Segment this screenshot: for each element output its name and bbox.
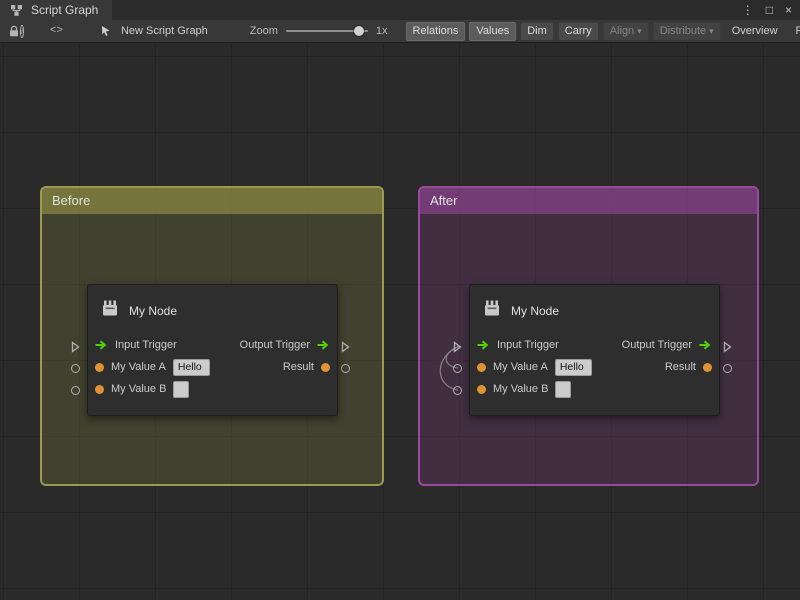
script-graph-window: Script Graph ⋮ □ × i <> New Script Graph: [0, 0, 800, 600]
flow-output-port-outer[interactable]: [341, 340, 350, 358]
group-after-header[interactable]: After: [420, 188, 757, 214]
flow-out-icon[interactable]: [317, 340, 330, 350]
values-button[interactable]: Values: [469, 22, 516, 41]
zoom-slider[interactable]: [286, 25, 368, 37]
value-b-label: My Value B: [493, 383, 548, 395]
flow-output-port-outer[interactable]: [723, 340, 732, 358]
input-trigger-label: Input Trigger: [115, 339, 177, 351]
fullscreen-button[interactable]: Full Scr: [789, 22, 800, 41]
value-a-port[interactable]: [477, 363, 486, 372]
node-row-value-b: My Value B: [470, 378, 719, 400]
graph-name-label[interactable]: New Script Graph: [121, 25, 208, 37]
flow-out-icon[interactable]: [699, 340, 712, 350]
lock-icon[interactable]: [8, 22, 20, 40]
group-after[interactable]: After: [418, 186, 759, 486]
value-b-input[interactable]: [555, 381, 571, 398]
result-port[interactable]: [321, 363, 330, 372]
value-a-port-outer[interactable]: [71, 364, 80, 373]
value-b-port-outer[interactable]: [71, 386, 80, 395]
node-header: My Node: [88, 285, 337, 332]
output-trigger-label: Output Trigger: [622, 339, 692, 351]
node-row-value-b: My Value B: [88, 378, 337, 400]
my-node-before[interactable]: My Node Input Trigger Output Trigger: [87, 284, 338, 416]
graph-toolbar: i <> New Script Graph Zoom 1x Relations …: [0, 20, 800, 43]
info-icon[interactable]: i: [20, 25, 24, 38]
graph-canvas[interactable]: Before: [0, 43, 800, 600]
my-node-icon: [482, 298, 502, 323]
result-port-outer[interactable]: [723, 364, 732, 373]
result-port[interactable]: [703, 363, 712, 372]
node-row-value-a: My Value A Hello Result: [88, 356, 337, 378]
output-trigger-label: Output Trigger: [240, 339, 310, 351]
value-b-port[interactable]: [477, 385, 486, 394]
chevron-down-icon: ▾: [637, 23, 642, 40]
zoom-slider-knob[interactable]: [354, 26, 364, 36]
node-row-trigger: Input Trigger Output Trigger: [470, 334, 719, 356]
value-a-label: My Value A: [111, 361, 166, 373]
zoom-control: Zoom 1x: [250, 25, 388, 37]
window-controls: ⋮ □ ×: [742, 0, 800, 20]
chevron-down-icon: ▾: [709, 23, 714, 40]
value-b-input[interactable]: [173, 381, 189, 398]
my-node-icon: [100, 298, 120, 323]
flow-in-icon[interactable]: [95, 340, 108, 350]
kebab-menu-icon[interactable]: ⋮: [742, 0, 754, 20]
tab-script-graph[interactable]: Script Graph: [0, 0, 112, 20]
node-title: My Node: [129, 304, 177, 318]
group-before-header[interactable]: Before: [42, 188, 382, 214]
value-a-input[interactable]: Hello: [555, 359, 592, 376]
node-header: My Node: [470, 285, 719, 332]
distribute-dropdown[interactable]: Distribute▾: [653, 22, 721, 41]
node-row-trigger: Input Trigger Output Trigger: [88, 334, 337, 356]
input-trigger-label: Input Trigger: [497, 339, 559, 351]
code-icon[interactable]: <>: [50, 25, 63, 37]
value-a-port[interactable]: [95, 363, 104, 372]
tab-bar: Script Graph ⋮ □ ×: [0, 0, 800, 20]
value-a-port-outer[interactable]: [453, 364, 462, 373]
result-label: Result: [283, 361, 314, 373]
flow-input-port-outer[interactable]: [71, 340, 80, 358]
zoom-value: 1x: [376, 25, 388, 37]
relations-button[interactable]: Relations: [406, 22, 466, 41]
dim-button[interactable]: Dim: [520, 22, 554, 41]
carry-button[interactable]: Carry: [558, 22, 599, 41]
maximize-icon[interactable]: □: [766, 0, 773, 20]
close-icon[interactable]: ×: [785, 0, 792, 20]
node-title: My Node: [511, 304, 559, 318]
align-dropdown[interactable]: Align▾: [603, 22, 649, 41]
overview-button[interactable]: Overview: [725, 22, 785, 41]
my-node-after[interactable]: My Node Input Trigger Output Trigger: [469, 284, 720, 416]
connection-wires: [426, 328, 470, 412]
value-b-label: My Value B: [111, 383, 166, 395]
value-b-port[interactable]: [95, 385, 104, 394]
node-row-value-a: My Value A Hello Result: [470, 356, 719, 378]
tab-title: Script Graph: [31, 3, 98, 17]
flow-input-port-outer[interactable]: [453, 340, 462, 358]
zoom-label: Zoom: [250, 25, 278, 37]
value-a-input[interactable]: Hello: [173, 359, 210, 376]
cursor-icon: [97, 22, 115, 40]
script-graph-icon: [7, 1, 25, 19]
group-before[interactable]: Before: [40, 186, 384, 486]
value-b-port-outer[interactable]: [453, 386, 462, 395]
graph-name-group: New Script Graph: [97, 22, 208, 40]
result-port-outer[interactable]: [341, 364, 350, 373]
value-a-label: My Value A: [493, 361, 548, 373]
toolbar-buttons: Relations Values Dim Carry Align▾ Distri…: [406, 22, 800, 41]
result-label: Result: [665, 361, 696, 373]
flow-in-icon[interactable]: [477, 340, 490, 350]
